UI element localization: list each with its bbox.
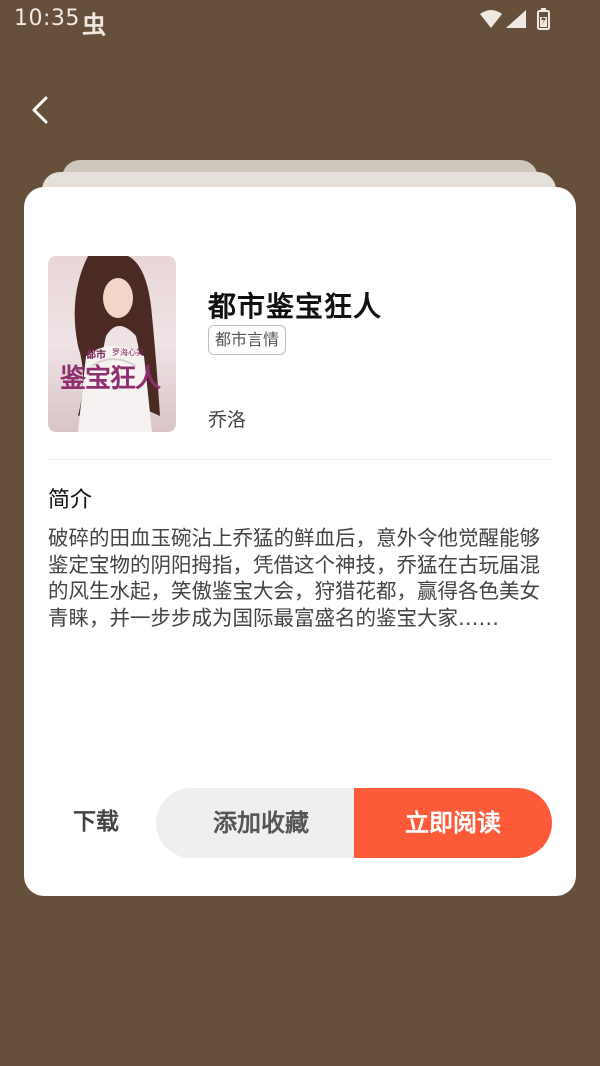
book-cover[interactable]: 都市 罗海心美 鉴宝狂人 <box>48 256 176 432</box>
battery-icon <box>537 8 550 30</box>
divider <box>48 459 552 460</box>
wifi-icon <box>480 10 502 28</box>
download-button[interactable]: 下载 <box>48 787 144 857</box>
status-icons <box>478 8 558 32</box>
status-bar: 10:35 虫 <box>0 0 600 40</box>
intro-heading: 简介 <box>48 488 93 513</box>
status-time: 10:35 <box>14 6 80 31</box>
genre-tag[interactable]: 都市言情 <box>208 325 287 355</box>
cover-tagline: 罗海心美 <box>112 348 144 357</box>
bug-icon: 虫 <box>82 11 106 39</box>
chevron-left-icon <box>32 96 48 124</box>
intro-text: 破碎的田血玉碗沾上乔猛的鲜血后，意外令他觉醒能够鉴定宝物的阴阳拇指，凭借这个神技… <box>48 526 540 630</box>
book-title: 都市鉴宝狂人 <box>208 290 383 323</box>
author-name[interactable]: 乔洛 <box>208 405 246 432</box>
signal-icon <box>506 10 526 28</box>
add-to-collection-button[interactable]: 添加收藏 <box>156 788 366 858</box>
cover-title-text: 鉴宝狂人 <box>60 364 161 394</box>
back-button[interactable] <box>26 92 58 128</box>
book-detail-card: 都市 罗海心美 鉴宝狂人 都市鉴宝狂人 都市言情 乔洛 简介 破碎的田血玉碗沾上… <box>24 187 576 896</box>
read-now-button[interactable]: 立即阅读 <box>354 788 552 858</box>
